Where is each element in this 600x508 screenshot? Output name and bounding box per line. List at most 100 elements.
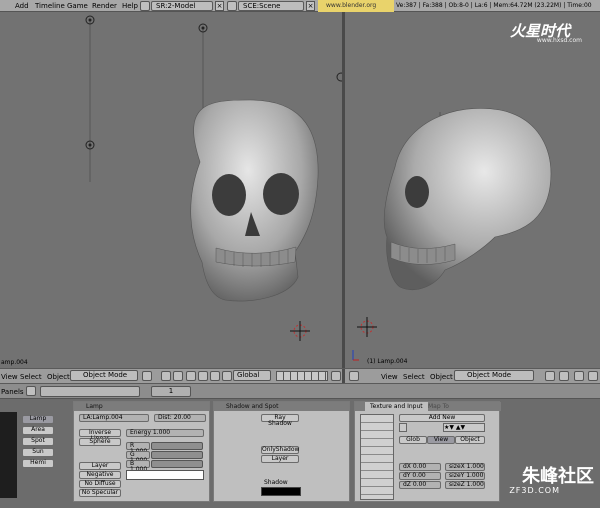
green-field[interactable]: G 1.000 [126, 451, 150, 464]
translate-icon[interactable] [588, 371, 598, 381]
blender-url[interactable]: www.blender.org 248.1 [318, 0, 394, 21]
viewport-right-canvas: (1) Lamp.004 [352, 107, 552, 365]
lamp-preview [0, 412, 17, 498]
close-icon[interactable]: × [306, 1, 315, 11]
no-specular-toggle[interactable]: No Specular [79, 489, 121, 497]
mode-select[interactable]: Object Mode [454, 370, 534, 381]
ray-shadow-toggle[interactable]: Ray Shadow [261, 414, 299, 427]
sizey-field[interactable]: sizeY 1.000 [445, 472, 485, 480]
lamp-panel: Lamp LA:Lamp.004 Dist: 20.00 Inverse Lin… [73, 401, 210, 502]
menu-render[interactable]: Render [92, 1, 117, 11]
scene-select[interactable]: SCE:Scene [238, 1, 304, 11]
lock-icon[interactable] [331, 371, 341, 381]
watermark-bottom-site: ZF3D.COM [509, 486, 560, 495]
screen-select[interactable]: SR:2-Model [151, 1, 213, 11]
pivot-icon[interactable] [173, 371, 183, 381]
shadow-spot-panel: Shadow and Spot Ray Shadow OnlyShadow La… [213, 401, 350, 502]
manipulator-icon[interactable] [186, 371, 196, 381]
add-new-texture-button[interactable]: Add New [399, 414, 485, 422]
lamp-type-lamp-button[interactable]: Lamp [22, 415, 54, 424]
lamp-type-area-button[interactable]: Area [22, 426, 54, 435]
menu-timeline[interactable]: Timeline [35, 1, 65, 11]
layer-toggle[interactable]: Layer [79, 462, 121, 470]
shadow-layer-toggle[interactable]: Layer [261, 455, 299, 463]
dy-field[interactable]: dY 0.00 [399, 472, 441, 480]
pivot-icon[interactable] [161, 371, 171, 381]
tab-texture-input[interactable]: Texture and Input [365, 402, 428, 411]
texture-panel: Texture and Input Map To Add New ★▼ ▲▼ G… [354, 401, 501, 502]
red-field[interactable]: R 1.000 [126, 442, 150, 455]
only-shadow-toggle[interactable]: OnlyShadow [261, 446, 299, 454]
orientation-select[interactable]: Global [233, 370, 271, 381]
lamp-type-spot-button[interactable]: Spot [22, 437, 54, 446]
context-buttons[interactable] [40, 386, 140, 397]
skull-front-model [190, 99, 319, 302]
negative-toggle[interactable]: Negative [79, 471, 121, 479]
lamp-panel-title: Lamp [74, 402, 209, 411]
sphere-toggle[interactable]: Sphere [79, 438, 121, 446]
scale-icon[interactable] [222, 371, 232, 381]
axis-gizmo-icon [352, 350, 359, 361]
draw-type-icon[interactable] [545, 371, 555, 381]
viewport-left-canvas: amp.004 [1, 15, 342, 366]
rotate-icon[interactable] [210, 371, 220, 381]
sizez-field[interactable]: sizeZ 1.000 [445, 481, 485, 489]
draw-type-icon[interactable] [142, 371, 152, 381]
shadow-color-swatch[interactable] [261, 487, 301, 496]
menu-view[interactable]: View [381, 373, 398, 381]
view-button[interactable]: View [427, 436, 455, 444]
frame-number-field[interactable]: 1 [151, 386, 191, 397]
glob-button[interactable]: Glob [399, 436, 427, 444]
no-diffuse-toggle[interactable]: No Diffuse [79, 480, 121, 488]
dx-field[interactable]: dX 0.00 [399, 463, 441, 471]
shadow-panel-title: Shadow and Spot [214, 402, 349, 411]
menu-help[interactable]: Help [122, 1, 138, 11]
green-slider[interactable] [151, 451, 203, 459]
menu-add[interactable]: Add [15, 1, 29, 11]
scene-browse-icon[interactable] [227, 1, 237, 11]
3d-viewport-right[interactable]: (1) Lamp.004 [345, 12, 600, 368]
3d-cursor-icon [357, 317, 377, 337]
falloff-select[interactable]: Inverse Linear [79, 429, 121, 442]
object-button[interactable]: Object [455, 436, 485, 444]
red-slider[interactable] [151, 442, 203, 450]
watermark-site: www.hxsd.com [536, 37, 582, 44]
color-swatch[interactable] [126, 470, 204, 480]
texture-slot-arrows[interactable]: ★▼ ▲▼ [443, 423, 485, 432]
blue-slider[interactable] [151, 460, 203, 468]
tab-map-to[interactable]: Map To [423, 402, 454, 411]
menu-object[interactable]: Object [47, 373, 70, 381]
texture-browse-icon[interactable] [399, 423, 407, 432]
mode-select[interactable]: Object Mode [70, 370, 138, 381]
skull-side-model [383, 107, 552, 290]
menu-view[interactable]: View [1, 373, 18, 381]
window-type-icon[interactable] [349, 371, 359, 381]
close-icon[interactable]: × [215, 1, 224, 11]
3d-cursor-icon [290, 321, 310, 341]
dz-field[interactable]: dZ 0.00 [399, 481, 441, 489]
viewport-right-label: (1) Lamp.004 [367, 358, 408, 365]
layer-buttons[interactable] [276, 371, 328, 381]
texture-channel-list[interactable] [360, 414, 394, 500]
shadow-label: Shadow [264, 479, 288, 486]
menu-object[interactable]: Object [430, 373, 453, 381]
viewport-left-label: amp.004 [1, 359, 28, 366]
3d-viewport-left[interactable]: amp.004 [0, 12, 342, 368]
manipulator-icon[interactable] [574, 371, 584, 381]
sizex-field[interactable]: sizeX 1.000 [445, 463, 485, 471]
translate-icon[interactable] [198, 371, 208, 381]
lamp-type-sun-button[interactable]: Sun [22, 448, 54, 457]
menu-select[interactable]: Select [403, 373, 425, 381]
expand-icon[interactable] [26, 386, 36, 396]
energy-field[interactable]: Energy 1.000 [126, 429, 204, 437]
pivot-icon[interactable] [559, 371, 569, 381]
screen-browse-icon[interactable] [140, 1, 150, 11]
watermark-bottom-logo: 朱峰社区 [522, 466, 594, 487]
dist-field[interactable]: Dist: 20.00 [154, 414, 206, 422]
header-divider [342, 368, 345, 384]
lamp-type-hemi-button[interactable]: Hemi [22, 459, 54, 468]
menu-select[interactable]: Select [20, 373, 42, 381]
lamp-name-field[interactable]: LA:Lamp.004 [79, 414, 149, 422]
menu-game[interactable]: Game [67, 1, 88, 11]
blue-field[interactable]: B 1.000 [126, 460, 150, 473]
